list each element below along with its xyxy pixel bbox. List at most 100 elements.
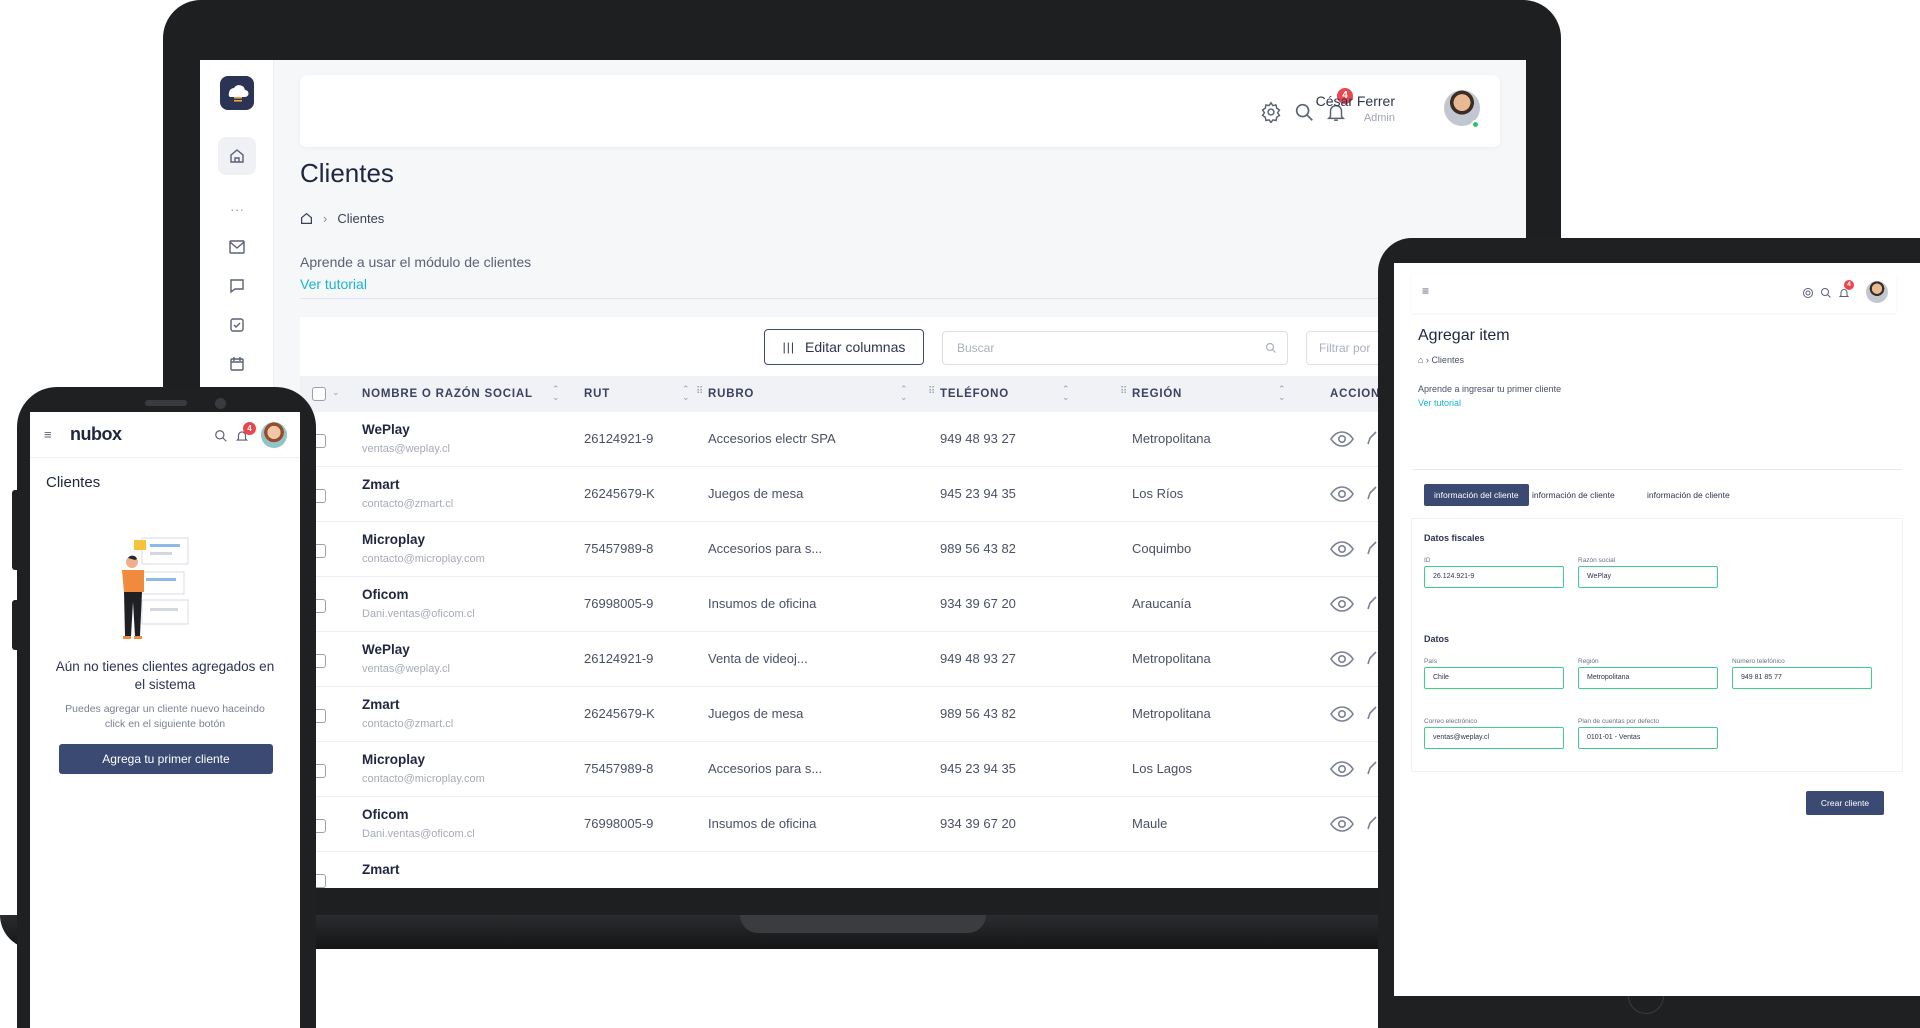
- sort-icon[interactable]: ⌃ ⌄: [1062, 385, 1070, 402]
- learn-text: Aprende a usar el módulo de clientes: [300, 254, 532, 270]
- client-email: ventas@weplay.cl: [362, 663, 450, 675]
- select-all-checkbox[interactable]: [312, 387, 326, 401]
- cell-phone: 989 56 43 82: [940, 706, 1016, 721]
- razon-social-field[interactable]: WePlay: [1578, 566, 1718, 588]
- table-row[interactable]: Microplay contacto@microplay.com 75457989-…: [300, 742, 1526, 797]
- sidebar-item-mail[interactable]: [218, 228, 256, 266]
- sidebar-item-chat[interactable]: [218, 267, 256, 305]
- col-region[interactable]: REGIÓN: [1132, 388, 1182, 400]
- id-field[interactable]: 26.124.921-9: [1424, 566, 1564, 588]
- col-name[interactable]: NOMBRE O RAZÓN SOCIAL: [362, 388, 533, 400]
- eye-icon[interactable]: [1330, 593, 1354, 615]
- client-name[interactable]: WePlay: [362, 642, 410, 657]
- drag-handle-icon[interactable]: ⠿: [1120, 386, 1127, 397]
- client-name[interactable]: Microplay: [362, 752, 425, 767]
- tab-client-info-2[interactable]: información de cliente: [1522, 484, 1625, 506]
- table-row[interactable]: WePlay ventas@weplay.cl 26124921-9 Accesori…: [300, 412, 1526, 467]
- eye-icon[interactable]: [1330, 648, 1354, 670]
- chevron-right-icon: ›: [323, 211, 328, 226]
- tutorial-link[interactable]: Ver tutorial: [300, 276, 367, 292]
- plan-field[interactable]: 0101-01 - Ventas: [1578, 727, 1718, 749]
- table-row[interactable]: Zmart: [300, 852, 1526, 888]
- edit-columns-button[interactable]: ||| Editar columnas: [764, 329, 924, 365]
- pais-label: País: [1424, 658, 1438, 665]
- drag-handle-icon[interactable]: ⠿: [928, 386, 935, 397]
- sidebar-item-more[interactable]: ···: [218, 190, 256, 228]
- cell-region: Araucanía: [1132, 596, 1192, 611]
- table-row[interactable]: Oficom Dani.ventas@oficom.cl 76998005-9 Ins…: [300, 797, 1526, 852]
- tutorial-link[interactable]: Ver tutorial: [1418, 398, 1461, 408]
- tab-client-info-1[interactable]: información del cliente: [1424, 484, 1529, 506]
- pais-field[interactable]: Chile: [1424, 667, 1564, 689]
- sidebar-item-home[interactable]: [218, 137, 256, 175]
- eye-icon[interactable]: [1330, 483, 1354, 505]
- client-email: contacto@zmart.cl: [362, 718, 454, 730]
- col-telefono[interactable]: TELÉFONO: [940, 388, 1009, 400]
- sort-icon[interactable]: ⌃ ⌄: [552, 385, 560, 402]
- client-name[interactable]: Microplay: [362, 532, 425, 547]
- table-row[interactable]: Microplay contacto@microplay.com 75457989-…: [300, 522, 1526, 577]
- region-field[interactable]: Metropolitana: [1578, 667, 1718, 689]
- nubox-logo[interactable]: nubox: [70, 424, 122, 445]
- sidebar-item-calendar[interactable]: [218, 345, 256, 383]
- laptop-notch: [740, 915, 986, 933]
- gear-icon[interactable]: [1802, 287, 1814, 299]
- user-name[interactable]: César Ferrer: [1316, 93, 1395, 109]
- correo-field[interactable]: ventas@weplay.cl: [1424, 727, 1564, 749]
- sidebar-item-tasks[interactable]: [218, 306, 256, 344]
- search-input[interactable]: Buscar: [942, 331, 1288, 365]
- drag-handle-icon[interactable]: ⠿: [696, 386, 703, 397]
- menu-icon[interactable]: ≡: [44, 427, 52, 442]
- chevron-down-icon[interactable]: ⌄: [332, 387, 340, 398]
- sort-icon[interactable]: ⌃ ⌄: [1278, 385, 1286, 402]
- client-name[interactable]: Oficom: [362, 587, 409, 602]
- app-logo[interactable]: [220, 76, 254, 110]
- eye-icon[interactable]: [1330, 428, 1354, 450]
- cell-rubro: Insumos de oficina: [708, 596, 817, 611]
- cell-phone: 945 23 94 35: [940, 761, 1016, 776]
- divider: [300, 298, 1500, 299]
- search-placeholder: Buscar: [957, 341, 995, 355]
- client-name[interactable]: Zmart: [362, 862, 400, 877]
- table-row[interactable]: WePlay ventas@weplay.cl 26124921-9 Venta de…: [300, 632, 1526, 687]
- tab-client-info-3[interactable]: información de cliente: [1637, 484, 1740, 506]
- clients-table-card: ||| Editar columnas Buscar Filtrar por ⌄…: [300, 317, 1526, 888]
- telefono-field[interactable]: 949 81 85 77: [1732, 667, 1872, 689]
- client-name[interactable]: Oficom: [362, 807, 409, 822]
- cell-rubro: Venta de videoj...: [708, 651, 808, 666]
- search-icon[interactable]: [1293, 101, 1315, 123]
- sort-icon[interactable]: ⌃ ⌄: [900, 385, 908, 402]
- eye-icon[interactable]: [1330, 538, 1354, 560]
- table-row[interactable]: Zmart contacto@zmart.cl 26245679-K Juegos d…: [300, 687, 1526, 742]
- menu-icon[interactable]: ≡: [1422, 284, 1429, 298]
- phone-screen: ≡ nubox 4 Clientes Aún no tienes cliente…: [30, 412, 300, 1028]
- sort-icon[interactable]: ⌃ ⌄: [682, 385, 690, 402]
- client-email: contacto@zmart.cl: [362, 498, 454, 510]
- create-client-button[interactable]: Crear cliente: [1806, 791, 1884, 815]
- eye-icon[interactable]: [1330, 758, 1354, 780]
- add-first-client-button[interactable]: Agrega tu primer cliente: [59, 744, 273, 774]
- online-status-dot: [1471, 120, 1480, 129]
- table-row[interactable]: Zmart contacto@zmart.cl 26245679-K Juegos d…: [300, 467, 1526, 522]
- cell-region: Los Lagos: [1132, 761, 1192, 776]
- cell-region: Maule: [1132, 816, 1168, 831]
- client-email: contacto@microplay.com: [362, 773, 485, 785]
- avatar[interactable]: [261, 422, 287, 448]
- col-rut[interactable]: RUT: [584, 388, 610, 400]
- home-icon[interactable]: [300, 212, 313, 225]
- client-name[interactable]: WePlay: [362, 422, 410, 437]
- client-name[interactable]: Zmart: [362, 697, 400, 712]
- search-icon[interactable]: [1820, 287, 1832, 299]
- table-header: ⌄ NOMBRE O RAZÓN SOCIAL ⌃ ⌄ RUT ⌃ ⌄ ⠿ RUBR…: [300, 376, 1526, 412]
- eye-icon[interactable]: [1330, 813, 1354, 835]
- breadcrumb-current: Clientes: [1431, 355, 1464, 365]
- gear-icon[interactable]: [1260, 101, 1282, 123]
- cell-rubro: Juegos de mesa: [708, 706, 804, 721]
- client-name[interactable]: Zmart: [362, 477, 400, 492]
- eye-icon[interactable]: [1330, 703, 1354, 725]
- tablet-page-title: Agregar item: [1418, 327, 1510, 344]
- col-rubro[interactable]: RUBRO: [708, 388, 754, 400]
- avatar[interactable]: [1866, 281, 1888, 303]
- table-row[interactable]: Oficom Dani.ventas@oficom.cl 76998005-9 Ins…: [300, 577, 1526, 632]
- search-icon[interactable]: [214, 429, 228, 443]
